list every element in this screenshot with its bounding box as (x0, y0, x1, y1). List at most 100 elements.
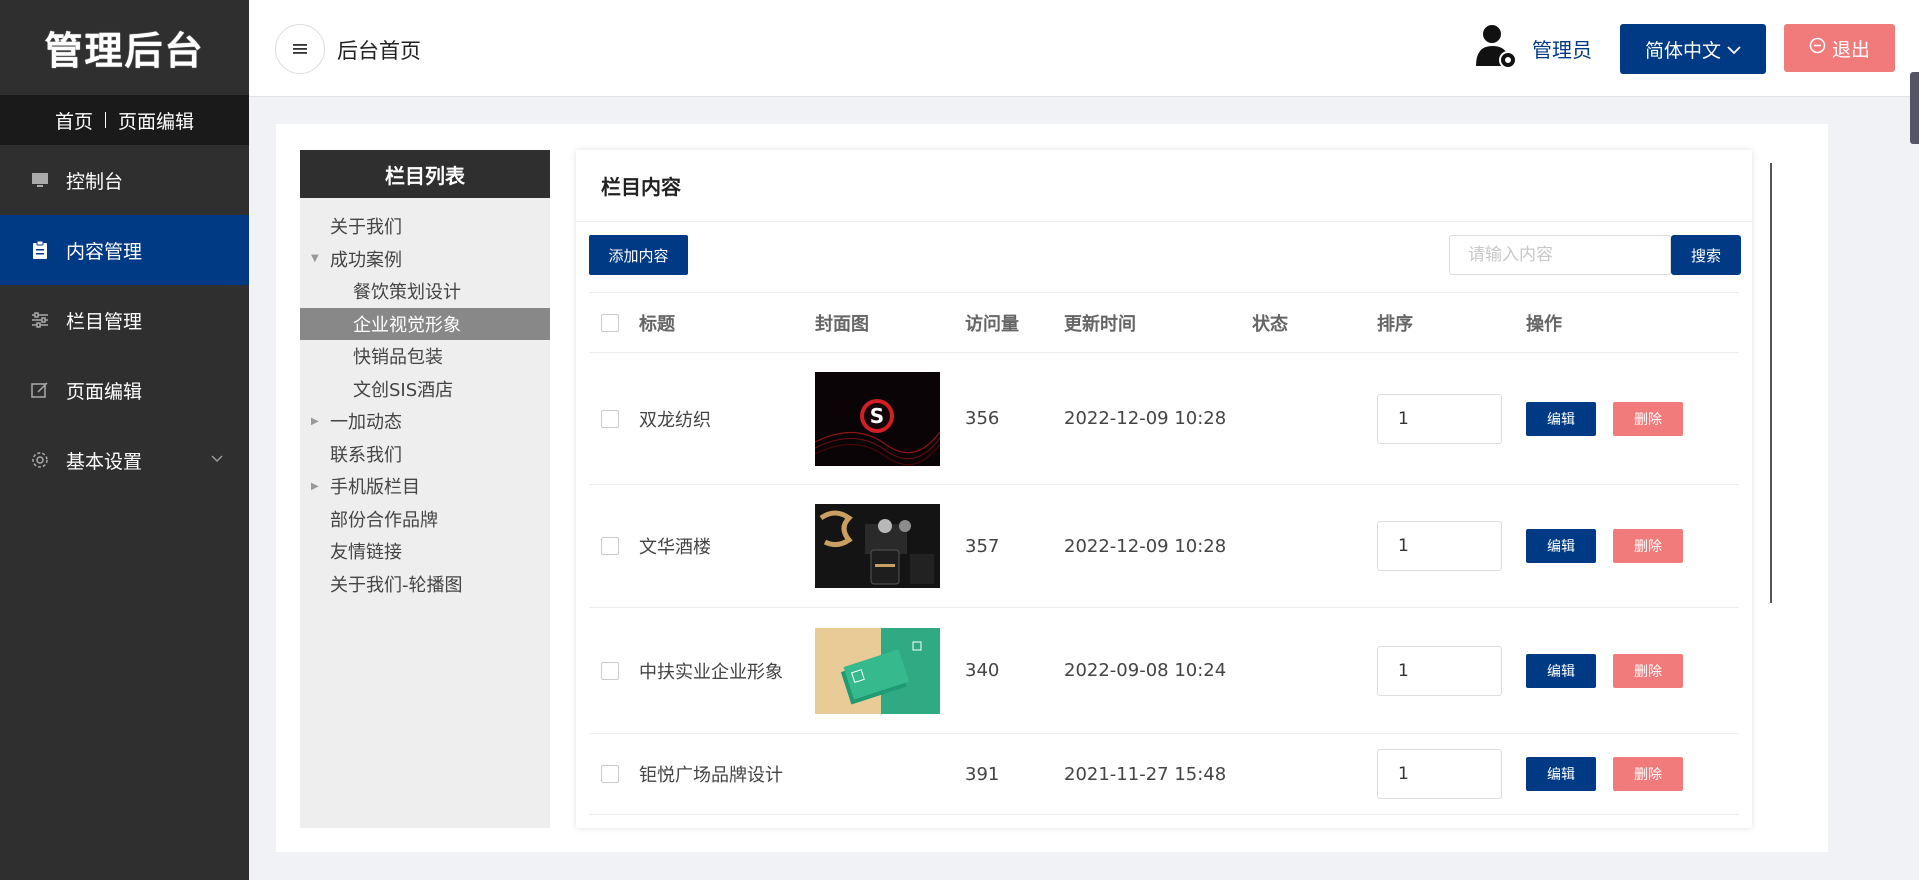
edit-button[interactable]: 编辑 (1526, 529, 1596, 563)
logout-button[interactable]: 退出 (1784, 24, 1895, 72)
breadcrumb: 首页 页面编辑 (0, 95, 249, 145)
delete-button[interactable]: 删除 (1613, 529, 1683, 563)
column-header-status: 状态 (1252, 313, 1288, 335)
sidebar-item-content[interactable]: 内容管理 (0, 215, 249, 285)
tree-item[interactable]: ▼ 成功案例 (300, 243, 550, 276)
select-all-cell (601, 293, 619, 352)
tree-item[interactable]: 快销品包装 (300, 340, 550, 373)
tree-item-selected[interactable]: 企业视觉形象 (300, 307, 550, 340)
column-list-title: 栏目列表 (300, 150, 550, 198)
chevron-down-icon (1727, 38, 1741, 60)
row-title: 中扶实业企业形象 (639, 661, 783, 683)
tree-item[interactable]: 餐饮策划设计 (300, 275, 550, 308)
tree-item-label: 一加动态 (330, 412, 402, 434)
caret-down-icon[interactable]: ▼ (311, 253, 319, 264)
row-checkbox[interactable] (601, 661, 619, 680)
row-actions: 编辑 删除 (1526, 353, 1683, 484)
tree-item[interactable]: 文创SIS酒店 (300, 373, 550, 406)
sidebar-item-page-edit[interactable]: 页面编辑 (0, 355, 249, 425)
scrollbar[interactable] (1770, 163, 1772, 603)
sidebar-item-label: 基本设置 (66, 450, 143, 473)
search-input[interactable] (1449, 235, 1671, 275)
caret-right-icon[interactable]: ▶ (311, 416, 319, 427)
content-toolbar: 添加内容 搜索 (589, 235, 1741, 275)
tree-item[interactable]: 联系我们 (300, 438, 550, 471)
row-views: 391 (965, 763, 1000, 785)
column-header-actions: 操作 (1526, 313, 1562, 335)
row-checkbox-cell (601, 608, 619, 733)
column-header-cover: 封面图 (815, 313, 869, 335)
tree-item[interactable]: 关于我们 (300, 210, 550, 243)
cover-image (815, 627, 940, 714)
row-actions: 编辑 删除 (1526, 608, 1683, 733)
edit-button[interactable]: 编辑 (1526, 401, 1596, 436)
tree-item[interactable]: 友情链接 (300, 535, 550, 568)
tree-item[interactable]: 部份合作品牌 (300, 503, 550, 536)
sidebar-item-dashboard[interactable]: 控制台 (0, 145, 249, 215)
row-sort (1377, 485, 1502, 607)
tree-item[interactable]: ▶ 一加动态 (300, 405, 550, 438)
row-checkbox-cell (601, 734, 619, 814)
row-views: 356 (965, 408, 1000, 429)
content-panel-title: 栏目内容 (576, 150, 1752, 222)
tree-item-label: 关于我们 (330, 217, 402, 239)
sort-input[interactable] (1377, 521, 1502, 571)
edit-button[interactable]: 编辑 (1526, 653, 1596, 688)
breadcrumb-separator (105, 112, 106, 128)
tree-item[interactable]: 关于我们-轮播图 (300, 568, 550, 601)
sort-input[interactable] (1377, 645, 1502, 696)
row-checkbox[interactable] (601, 537, 619, 555)
tree-item-label: 部份合作品牌 (330, 509, 438, 531)
table-row: 中扶实业企业形象 340 2022-09-08 10:24 编辑 (589, 607, 1739, 733)
delete-button[interactable]: 删除 (1613, 653, 1683, 688)
row-time: 2022-12-09 10:28 (1064, 408, 1227, 429)
sidebar-item-columns[interactable]: 栏目管理 (0, 285, 249, 355)
caret-right-icon[interactable]: ▶ (311, 481, 319, 492)
column-header-title: 标题 (639, 313, 675, 335)
page-title: 后台首页 (337, 39, 421, 63)
sort-input[interactable] (1377, 393, 1502, 444)
sort-input[interactable] (1377, 749, 1502, 799)
tree-item-label: 文创SIS酒店 (353, 379, 454, 401)
cover-image (815, 504, 940, 588)
row-time: 2022-12-09 10:28 (1064, 535, 1227, 557)
sidebar-item-label: 页面编辑 (66, 380, 143, 403)
column-list: 栏目列表 关于我们 ▼ 成功案例 餐饮策划设计 企业视觉形象 快销品包装 文创SI… (300, 150, 550, 828)
tree-item-label: 成功案例 (330, 249, 402, 271)
content-table: 标题 封面图 访问量 更新时间 状态 排序 操作 双龙纺织 S 356 2022… (589, 292, 1739, 815)
tree-item[interactable]: ▶ 手机版栏目 (300, 470, 550, 503)
admin-name: 管理员 (1532, 37, 1592, 62)
row-checkbox[interactable] (601, 409, 619, 428)
delete-button[interactable]: 删除 (1613, 401, 1683, 436)
sidebar-item-label: 控制台 (66, 170, 124, 193)
logout-label: 退出 (1831, 38, 1870, 61)
add-content-button[interactable]: 添加内容 (589, 235, 688, 275)
search-button[interactable]: 搜索 (1671, 235, 1741, 275)
sidebar-item-settings[interactable]: 基本设置 (0, 425, 249, 495)
column-header-views: 访问量 (965, 313, 1019, 335)
cover-image: S (815, 371, 940, 466)
delete-button[interactable]: 删除 (1613, 757, 1683, 791)
row-actions: 编辑 删除 (1526, 734, 1683, 814)
row-sort (1377, 353, 1502, 484)
row-checkbox[interactable] (601, 765, 619, 783)
breadcrumb-current: 页面编辑 (118, 110, 195, 133)
top-header: 后台首页 管理员 简体中文 退出 (249, 0, 1919, 97)
gear-icon (30, 450, 50, 470)
tree-item-label: 餐饮策划设计 (353, 282, 461, 304)
admin-user[interactable]: 管理员 (1474, 22, 1592, 74)
clipboard-icon (30, 240, 50, 260)
row-title: 钜悦广场品牌设计 (639, 765, 783, 786)
breadcrumb-home[interactable]: 首页 (55, 107, 93, 134)
select-all-checkbox[interactable] (601, 313, 619, 332)
edit-button[interactable]: 编辑 (1526, 757, 1596, 791)
column-header-sort: 排序 (1377, 313, 1413, 335)
row-checkbox-cell (601, 353, 619, 484)
language-select[interactable]: 简体中文 (1620, 24, 1766, 74)
column-header-time: 更新时间 (1064, 313, 1136, 335)
tree-item-label: 友情链接 (330, 542, 402, 564)
side-panel-handle[interactable] (1910, 72, 1919, 144)
tree-item-label: 联系我们 (330, 444, 402, 466)
menu-toggle-button[interactable] (275, 24, 325, 74)
sliders-icon (30, 310, 50, 330)
